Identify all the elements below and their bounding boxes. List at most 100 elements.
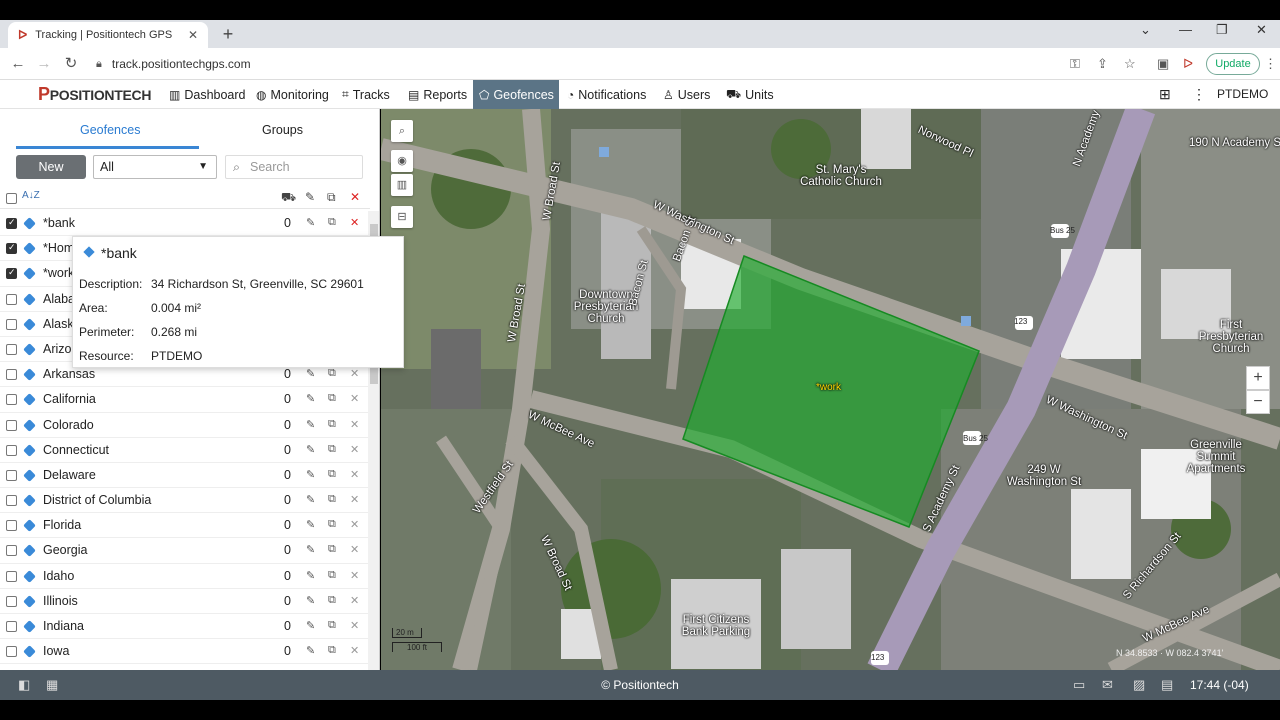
edit-icon[interactable]: ✎: [306, 493, 315, 506]
row-checkbox[interactable]: [6, 394, 17, 406]
edit-icon[interactable]: ✎: [306, 644, 315, 657]
delete-icon[interactable]: ✕: [350, 644, 359, 657]
copy-icon[interactable]: ⧉: [328, 418, 336, 431]
nav-geofences[interactable]: ⬠ Geofences: [473, 80, 559, 109]
edit-column-icon[interactable]: ✎: [305, 190, 315, 204]
copy-icon[interactable]: ⧉: [328, 468, 336, 481]
geofence-row[interactable]: Iowa 0 ✎ ⧉ ✕: [0, 639, 368, 665]
geofence-row[interactable]: Connecticut 0 ✎ ⧉ ✕: [0, 438, 368, 463]
forward-icon[interactable]: →: [34, 54, 54, 74]
geofence-name[interactable]: District of Columbia: [43, 493, 151, 507]
geofence-name[interactable]: Illinois: [43, 594, 78, 608]
copy-icon[interactable]: ⧉: [328, 443, 336, 456]
map-visibility-icon[interactable]: ◉: [391, 150, 413, 172]
geofence-name[interactable]: Iowa: [43, 644, 69, 658]
close-window-icon[interactable]: ✕: [1256, 22, 1267, 38]
geofence-row[interactable]: *bank 0 ✎ ⧉ ✕: [0, 211, 368, 237]
apps-grid-icon[interactable]: ⊞: [1159, 86, 1171, 103]
copy-icon[interactable]: ⧉: [328, 216, 336, 229]
sort-az-icon[interactable]: A↓Z: [22, 190, 40, 201]
back-icon[interactable]: ←: [8, 54, 28, 74]
geofence-name[interactable]: Alask: [43, 317, 74, 331]
geofence-row[interactable]: Indiana 0 ✎ ⧉ ✕: [0, 614, 368, 640]
edit-icon[interactable]: ✎: [306, 392, 315, 405]
geofence-row[interactable]: California 0 ✎ ⧉ ✕: [0, 387, 368, 413]
delete-icon[interactable]: ✕: [350, 468, 359, 481]
row-checkbox[interactable]: [6, 444, 17, 456]
map-view[interactable]: W Washington St W Broad St Bacon St Downtow…: [381, 109, 1280, 670]
edit-icon[interactable]: ✎: [306, 443, 315, 456]
layout-icon[interactable]: ▤: [1161, 677, 1173, 693]
copy-icon[interactable]: ⧉: [328, 392, 336, 405]
row-checkbox[interactable]: [6, 267, 17, 280]
geofence-name[interactable]: *bank: [43, 216, 75, 230]
tab-geofences[interactable]: Geofences: [80, 123, 140, 137]
sidepanel-icon[interactable]: ▣: [1157, 56, 1169, 72]
geofence-row[interactable]: Colorado 0 ✎ ⧉ ✕: [0, 413, 368, 438]
nav-notifications[interactable]: ◔ Notifications: [561, 80, 652, 109]
geofence-name[interactable]: Alaba: [43, 292, 75, 306]
row-checkbox[interactable]: [6, 520, 17, 532]
search-input[interactable]: ⌕ Search: [225, 155, 363, 179]
row-checkbox[interactable]: [6, 595, 17, 607]
star-icon[interactable]: ☆: [1124, 56, 1136, 72]
delete-icon[interactable]: ✕: [350, 543, 359, 556]
filter-select[interactable]: All ▼: [93, 155, 217, 179]
mail-icon[interactable]: ✉: [1102, 677, 1113, 693]
edit-icon[interactable]: ✎: [306, 569, 315, 582]
delete-icon[interactable]: ✕: [350, 367, 359, 380]
delete-icon[interactable]: ✕: [350, 216, 359, 229]
delete-icon[interactable]: ✕: [350, 518, 359, 531]
positiontech-logo[interactable]: PPOSITIONTECH: [38, 84, 151, 105]
geofence-name[interactable]: Idaho: [43, 569, 74, 583]
maximize-icon[interactable]: ❐: [1216, 22, 1228, 38]
zoom-out-button[interactable]: −: [1246, 390, 1270, 414]
row-checkbox[interactable]: [6, 293, 17, 305]
delete-icon[interactable]: ✕: [350, 493, 359, 506]
geofence-name[interactable]: Colorado: [43, 418, 94, 432]
map-layers-icon[interactable]: ▥: [391, 174, 413, 196]
geofence-name[interactable]: California: [43, 392, 96, 406]
copy-icon[interactable]: ⧉: [328, 644, 336, 657]
map-ruler-icon[interactable]: ⊟: [391, 206, 413, 228]
select-all-checkbox[interactable]: [6, 193, 17, 204]
geofence-name[interactable]: *Hom: [43, 241, 74, 255]
edit-icon[interactable]: ✎: [306, 518, 315, 531]
nav-users[interactable]: ♙ Users: [657, 80, 716, 109]
row-checkbox[interactable]: [6, 343, 17, 355]
update-button[interactable]: Update: [1206, 53, 1260, 75]
new-tab-button[interactable]: +: [218, 24, 238, 44]
edit-icon[interactable]: ✎: [306, 367, 315, 380]
map-search-icon[interactable]: ⌕: [391, 120, 413, 142]
row-checkbox[interactable]: [6, 495, 17, 507]
delete-icon[interactable]: ✕: [350, 619, 359, 632]
row-checkbox[interactable]: [6, 369, 17, 381]
row-checkbox[interactable]: [6, 621, 17, 632]
edit-icon[interactable]: ✎: [306, 468, 315, 481]
geofence-row[interactable]: Georgia 0 ✎ ⧉ ✕: [0, 538, 368, 564]
url-field[interactable]: 🔒︎ track.positiontechgps.com: [96, 53, 1146, 75]
geofence-name[interactable]: *work: [43, 266, 74, 280]
row-checkbox[interactable]: [6, 545, 17, 557]
browser-tab[interactable]: ᐅ Tracking | Positiontech GPS ✕: [8, 22, 208, 48]
copy-icon[interactable]: ⧉: [328, 367, 336, 380]
geofence-row[interactable]: Delaware 0 ✎ ⧉ ✕: [0, 463, 368, 489]
copy-icon[interactable]: ⧉: [328, 594, 336, 607]
geofence-name[interactable]: Connecticut: [43, 443, 109, 457]
geofence-name[interactable]: Florida: [43, 518, 81, 532]
delete-icon[interactable]: ✕: [350, 392, 359, 405]
nav-tracks[interactable]: ⌗ Tracks: [336, 80, 396, 109]
delete-all-icon[interactable]: ✕: [350, 190, 360, 204]
minimize-icon[interactable]: —: [1179, 22, 1192, 37]
nav-dashboard[interactable]: ▥ Dashboard: [163, 80, 252, 109]
geofence-name[interactable]: Georgia: [43, 543, 87, 557]
row-checkbox[interactable]: [6, 242, 17, 255]
geofence-name[interactable]: Arizor: [43, 342, 76, 356]
row-checkbox[interactable]: [6, 646, 17, 658]
geofence-row[interactable]: Idaho 0 ✎ ⧉ ✕: [0, 564, 368, 589]
copy-column-icon[interactable]: ⧉: [327, 190, 336, 205]
geofence-name[interactable]: Arkansas: [43, 367, 95, 381]
nav-units[interactable]: ⛟ Units: [720, 80, 780, 109]
reload-icon[interactable]: ↻: [61, 54, 81, 74]
browser-menu-icon[interactable]: ⋮: [1264, 56, 1277, 72]
